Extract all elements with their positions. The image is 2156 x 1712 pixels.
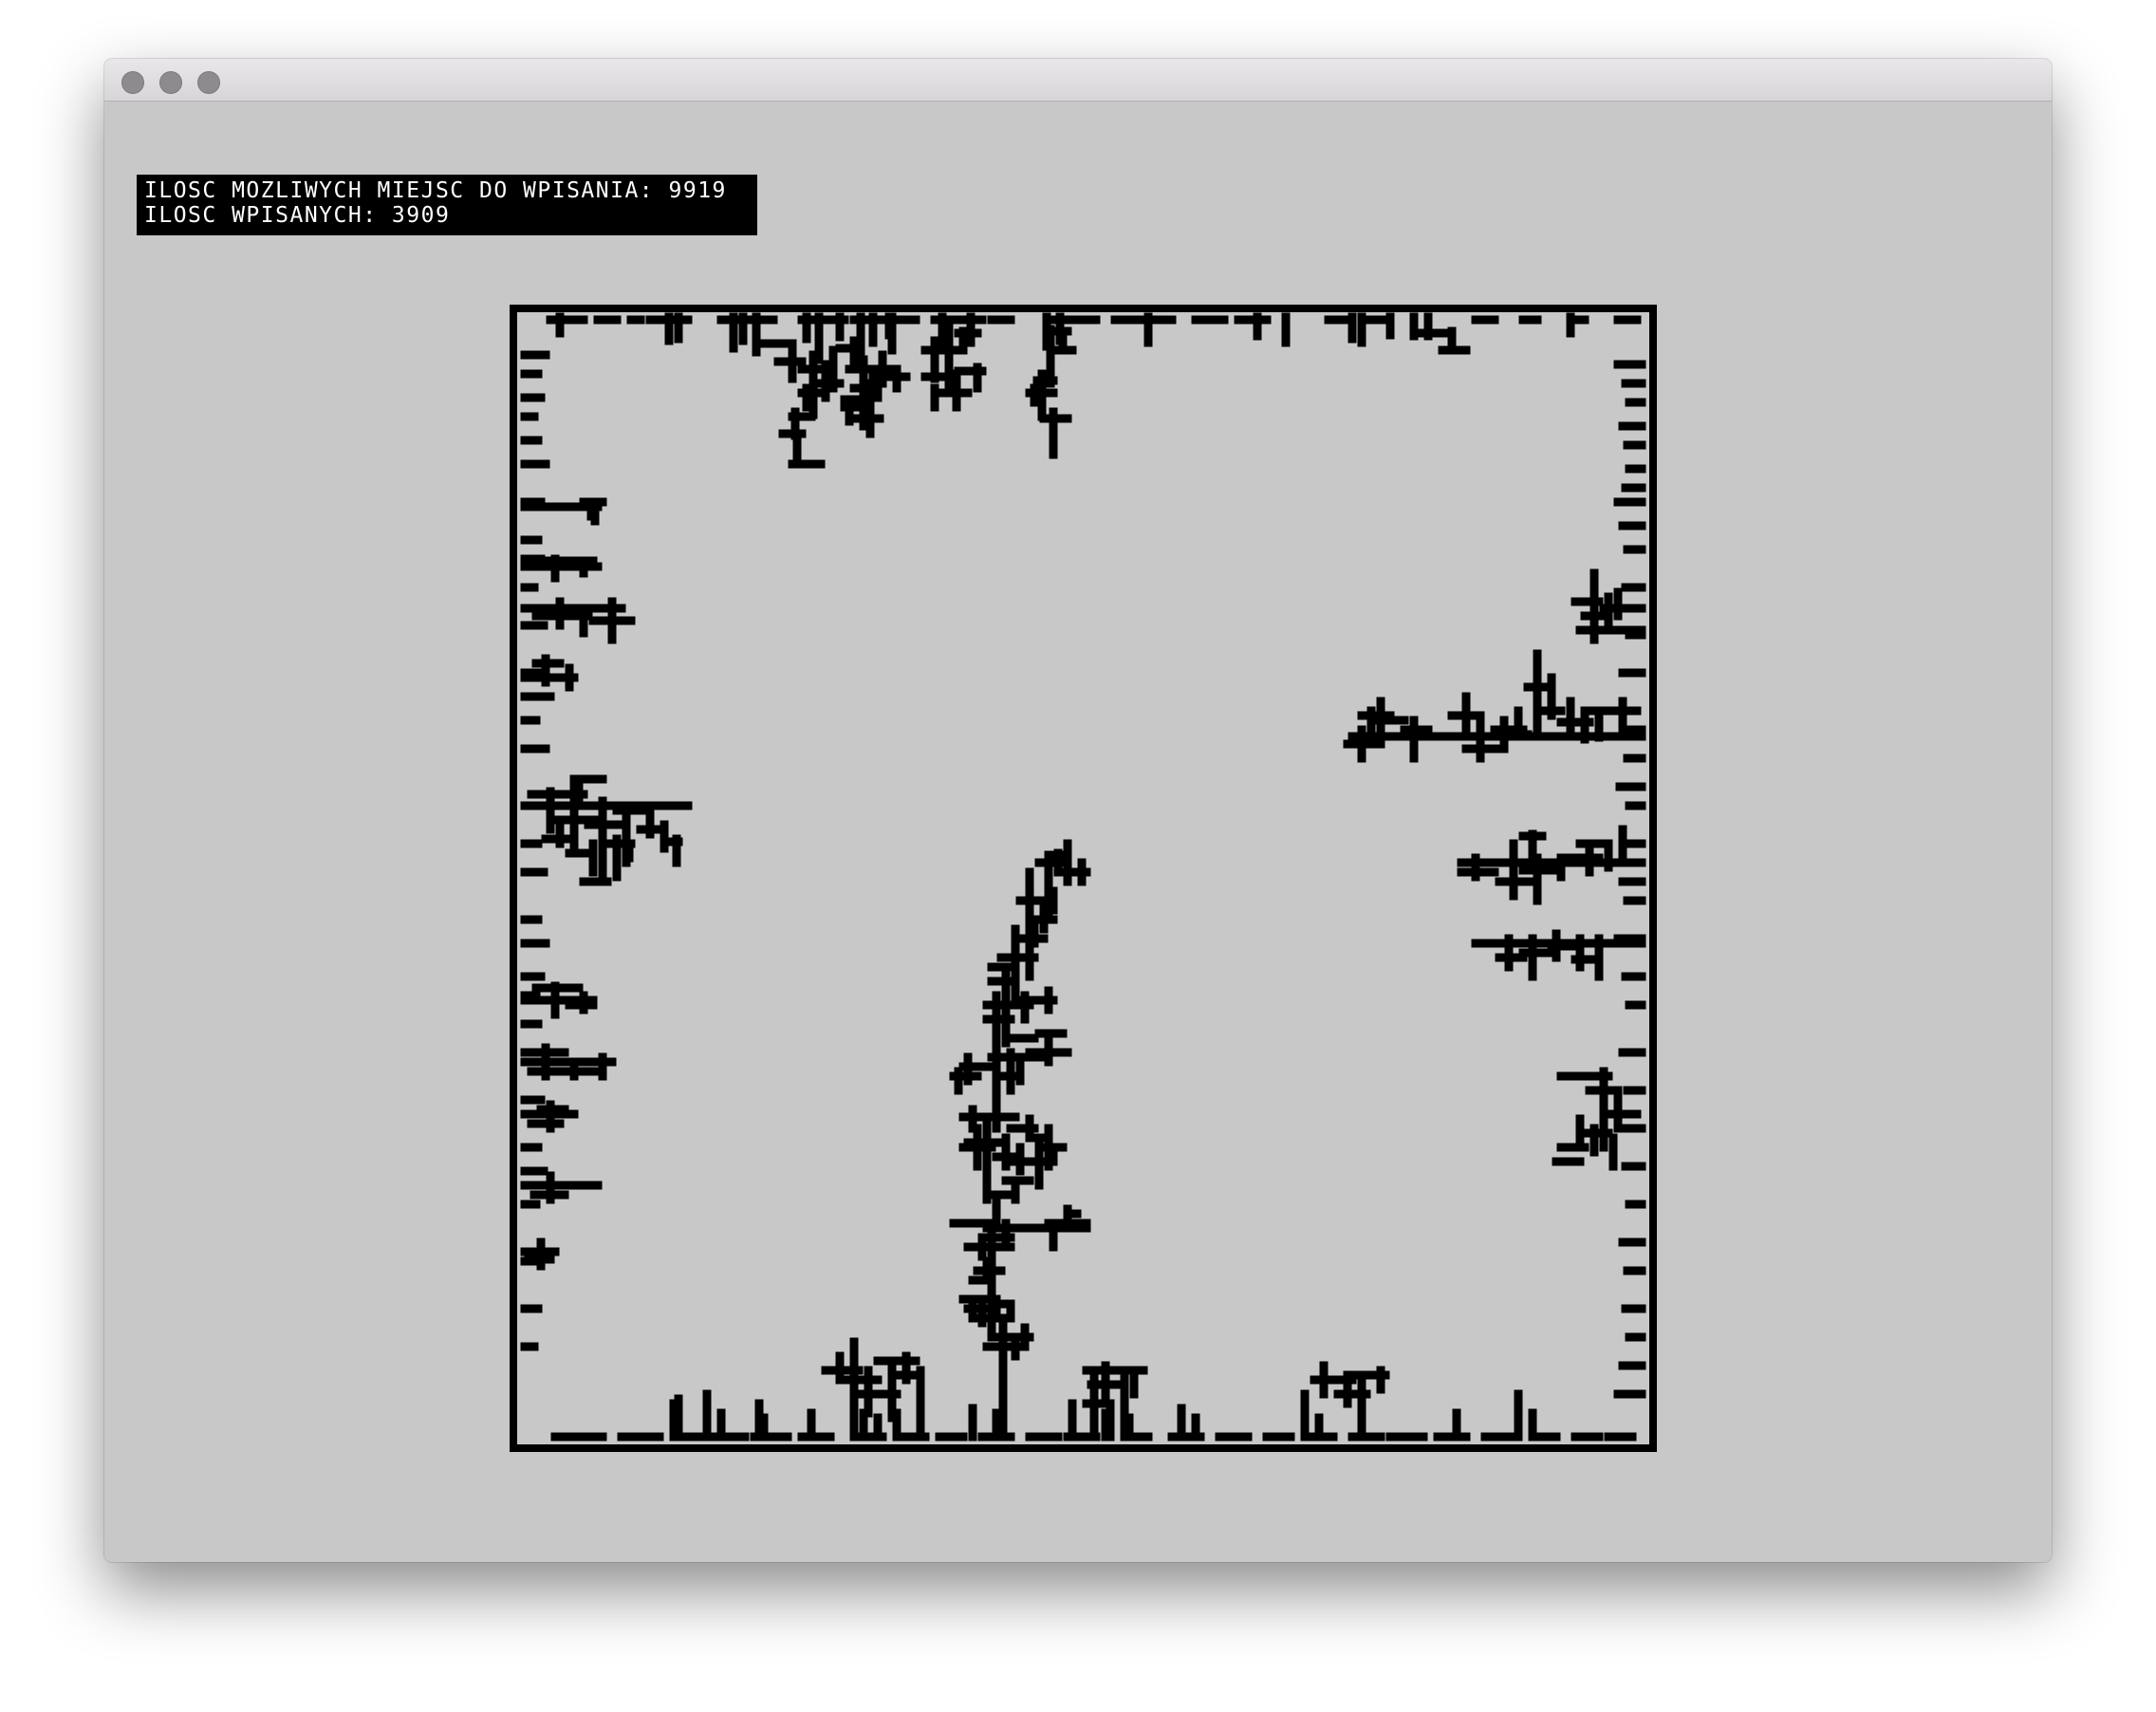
- minimize-button[interactable]: [159, 71, 182, 94]
- close-button[interactable]: [121, 71, 144, 94]
- zoom-button[interactable]: [197, 71, 220, 94]
- possible-spots-label: ILOSC MOZLIWYCH MIEJSC DO WPISANIA:: [144, 178, 655, 203]
- placed-count-line: ILOSC WPISANYCH: 3909: [144, 203, 450, 228]
- placed-count-value: 3909: [391, 203, 451, 228]
- possible-spots-value: 9919: [668, 178, 727, 203]
- possible-spots-line: ILOSC MOZLIWYCH MIEJSC DO WPISANIA: 9919: [144, 178, 727, 203]
- canvas-area: ILOSC MOZLIWYCH MIEJSC DO WPISANIA: 9919…: [104, 102, 2052, 1562]
- dla-aggregate: [520, 312, 1646, 1442]
- simulation-frame: [510, 305, 1657, 1452]
- placed-count-label: ILOSC WPISANYCH:: [144, 203, 378, 228]
- title-bar[interactable]: [104, 59, 2052, 102]
- stats-panel: ILOSC MOZLIWYCH MIEJSC DO WPISANIA: 9919…: [137, 175, 757, 235]
- app-window: ILOSC MOZLIWYCH MIEJSC DO WPISANIA: 9919…: [104, 59, 2052, 1562]
- aggregate-branches: [520, 312, 1646, 1442]
